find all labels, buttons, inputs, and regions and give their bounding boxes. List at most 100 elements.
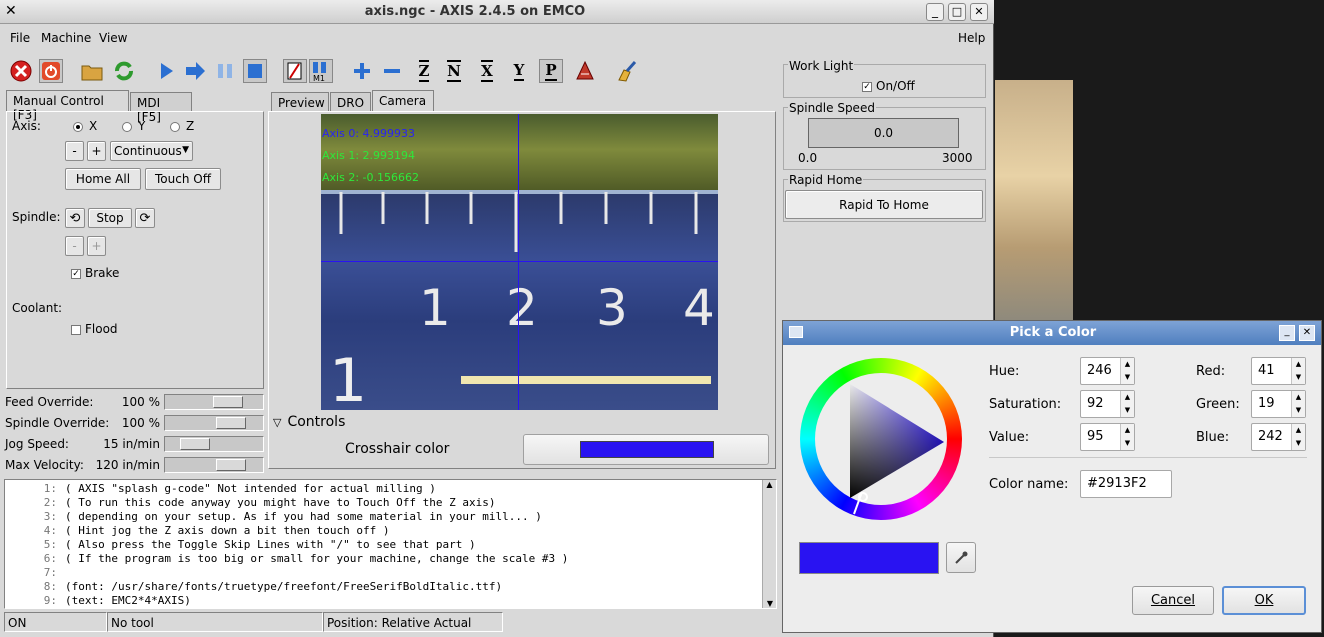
menu-help[interactable]: Help	[958, 31, 985, 45]
minimize-button[interactable]: _	[926, 3, 944, 21]
saturation-spin[interactable]: 92 ▲ ▼	[1080, 390, 1135, 418]
rotate-view-icon[interactable]	[573, 59, 597, 83]
override-label: Max Velocity:	[5, 458, 84, 472]
close-button[interactable]: ✕	[970, 3, 988, 21]
jog-mode-value: Continuous	[114, 144, 182, 158]
gcode-lines: 1: ( AXIS "splash g-code" Not intended fo…	[5, 482, 760, 608]
view-y-icon[interactable]: Y	[507, 59, 531, 83]
status-position: Position: Relative Actual	[323, 612, 503, 632]
clear-plot-icon[interactable]	[615, 59, 639, 83]
spindle-ccw-icon[interactable]: ⟲	[65, 208, 85, 228]
view-z2-icon[interactable]: N	[442, 59, 466, 83]
work-light-checkbox[interactable]: ✓ On/Off	[862, 79, 915, 93]
eyedropper-icon	[955, 551, 968, 564]
home-all-button[interactable]: Home All	[65, 168, 141, 190]
view-z-icon[interactable]: Z	[412, 59, 436, 83]
machine-power-icon[interactable]	[39, 59, 63, 83]
block-delete-icon[interactable]	[283, 59, 307, 83]
value-spin[interactable]: 95 ▲ ▼	[1080, 423, 1135, 451]
optional-stop-icon[interactable]: M1	[309, 59, 333, 83]
slider-thumb[interactable]	[213, 396, 243, 408]
view-p-icon[interactable]: P	[539, 59, 563, 83]
gcode-line-text: ( AXIS "splash g-code" Not intended for …	[65, 482, 436, 495]
slider-thumb[interactable]	[216, 417, 246, 429]
ok-button[interactable]: OK	[1222, 586, 1306, 615]
blue-spin[interactable]: 242 ▲ ▼	[1251, 423, 1306, 451]
ruler-number: 2	[506, 279, 538, 337]
menu-file[interactable]: File	[10, 31, 30, 45]
override-label: Feed Override:	[5, 395, 94, 409]
camera-overlay-text: Axis 0: 4.999933 Axis 1: 2.993194 Axis 2…	[322, 127, 419, 193]
ruler-big-one: 1	[329, 346, 368, 410]
estop-icon[interactable]	[9, 59, 33, 83]
slider-thumb[interactable]	[216, 459, 246, 471]
gcode-line: 7:	[5, 566, 760, 580]
red-label: Red:	[1196, 364, 1226, 379]
tab-mdi[interactable]: MDI [F5]	[130, 92, 192, 124]
menu-machine[interactable]: Machine	[41, 31, 91, 45]
gcode-line: 8: (font: /usr/share/fonts/truetype/freef…	[5, 580, 760, 594]
tab-manual-control[interactable]: Manual Control [F3]	[6, 90, 129, 122]
red-spin[interactable]: 41 ▲ ▼	[1251, 357, 1306, 385]
cancel-button[interactable]: Cancel	[1132, 586, 1214, 615]
spindle-speed-bar: 0.0	[808, 118, 959, 148]
rapid-to-home-button[interactable]: Rapid To Home	[785, 190, 983, 219]
open-file-icon[interactable]	[80, 59, 104, 83]
color-name-input[interactable]: #2913F2	[1080, 470, 1172, 498]
hue-spin[interactable]: 246 ▲ ▼	[1080, 357, 1135, 385]
scroll-down-icon[interactable]: ▼	[763, 599, 776, 608]
spindle-label: Spindle:	[12, 210, 61, 224]
saturation-value-triangle[interactable]	[800, 358, 962, 520]
camera-view: 1234 1 Axis 0: 4.999933 Axis 1: 2.993194…	[321, 114, 718, 410]
axis-x-radio[interactable]: X	[73, 119, 97, 133]
override-slider[interactable]	[164, 415, 264, 431]
gcode-line-text: ( depending on your setup. As if you had…	[65, 510, 542, 523]
spindle-minus-button[interactable]: -	[65, 236, 84, 256]
tab-preview[interactable]: Preview	[271, 92, 329, 112]
pause-icon[interactable]	[213, 59, 237, 83]
scroll-up-icon[interactable]: ▲	[763, 480, 776, 489]
dialog-close-button[interactable]: ✕	[1299, 325, 1315, 341]
flood-checkbox[interactable]: Flood	[71, 322, 118, 336]
tab-dro[interactable]: DRO	[330, 92, 371, 112]
slider-thumb[interactable]	[180, 438, 210, 450]
controls-label: Controls	[287, 414, 346, 430]
jog-minus-button[interactable]: -	[65, 141, 84, 161]
controls-expander[interactable]: ▽ Controls	[273, 414, 345, 430]
zoom-out-icon[interactable]	[380, 59, 404, 83]
spindle-plus-button[interactable]: +	[87, 236, 106, 256]
brake-checkbox[interactable]: ✓ Brake	[71, 266, 119, 280]
axis-y-radio[interactable]: Y	[122, 119, 145, 133]
stop-icon[interactable]	[243, 59, 267, 83]
spindle-cw-icon[interactable]: ⟳	[135, 208, 155, 228]
view-x-icon[interactable]: X	[475, 59, 499, 83]
eyedropper-button[interactable]	[946, 542, 976, 573]
tab-camera[interactable]: Camera	[372, 90, 434, 112]
axis-z-radio[interactable]: Z	[170, 119, 194, 133]
override-slider[interactable]	[164, 394, 264, 410]
expander-arrow-icon: ▽	[273, 416, 282, 429]
crosshair-color-button[interactable]	[523, 434, 769, 465]
gcode-line-number: 4:	[43, 524, 57, 537]
touch-off-button[interactable]: Touch Off	[145, 168, 221, 190]
step-icon[interactable]	[183, 59, 207, 83]
jog-mode-select[interactable]: Continuous ▼	[110, 141, 193, 161]
title-bar[interactable]: ✕ axis.ngc - AXIS 2.4.5 on EMCO _ □ ✕	[0, 0, 994, 24]
gcode-line: 6: ( If the program is too big or small f…	[5, 552, 760, 566]
reload-icon[interactable]	[112, 59, 136, 83]
spindle-stop-button[interactable]: Stop	[88, 208, 132, 228]
gcode-text[interactable]: 1: ( AXIS "splash g-code" Not intended fo…	[4, 479, 777, 609]
gcode-line: 3: ( depending on your setup. As if you h…	[5, 510, 760, 524]
maximize-button[interactable]: □	[948, 3, 966, 21]
gcode-line: 4: ( Hint jog the Z axis down a bit then …	[5, 524, 760, 538]
dialog-minimize-button[interactable]: _	[1279, 325, 1295, 341]
zoom-in-icon[interactable]	[350, 59, 374, 83]
gcode-scrollbar[interactable]: ▲ ▼	[762, 480, 776, 608]
override-slider[interactable]	[164, 436, 264, 452]
menu-view[interactable]: View	[99, 31, 127, 45]
jog-plus-button[interactable]: +	[87, 141, 106, 161]
green-spin[interactable]: 19 ▲ ▼	[1251, 390, 1306, 418]
override-slider[interactable]	[164, 457, 264, 473]
run-icon[interactable]	[154, 59, 178, 83]
color-dialog-titlebar[interactable]: Pick a Color _ ✕	[783, 321, 1321, 345]
